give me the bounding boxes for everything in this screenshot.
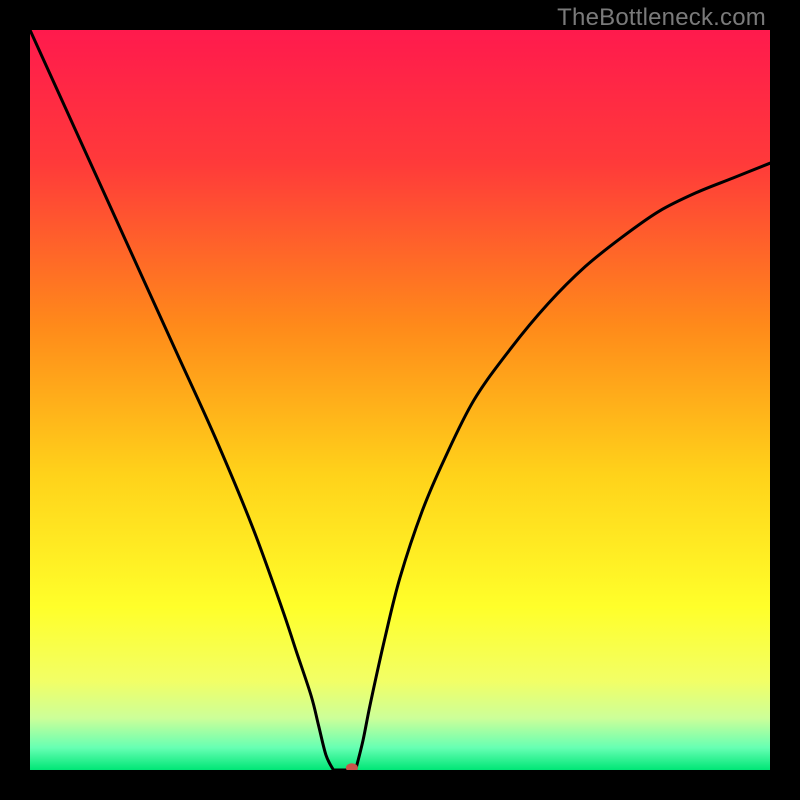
chart-frame: TheBottleneck.com	[0, 0, 800, 800]
chart-svg	[30, 30, 770, 770]
plot-area	[30, 30, 770, 770]
watermark-text: TheBottleneck.com	[557, 4, 766, 32]
gradient-background	[30, 30, 770, 770]
